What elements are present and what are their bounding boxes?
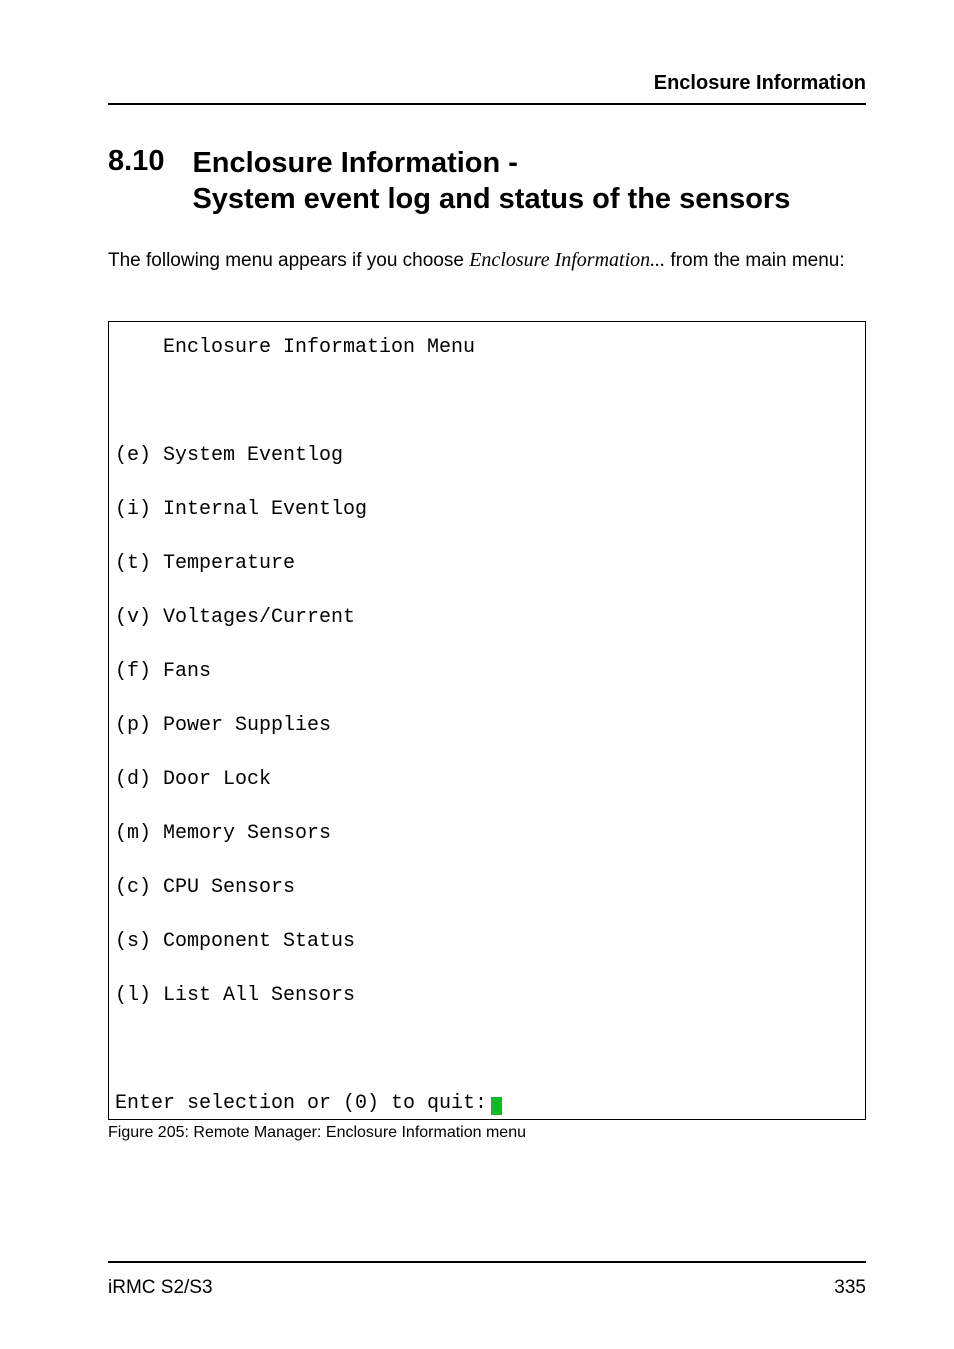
menu-item: (l) List All Sensors xyxy=(115,982,865,1009)
terminal-blank xyxy=(115,1036,865,1063)
intro-italic: Enclosure Information... xyxy=(469,249,665,271)
menu-item: (t) Temperature xyxy=(115,550,865,577)
footer-rule xyxy=(108,1261,866,1263)
menu-item: (s) Component Status xyxy=(115,928,865,955)
figure-caption: Figure 205: Remote Manager: Enclosure In… xyxy=(108,1124,866,1142)
running-head: Enclosure Information xyxy=(108,72,866,95)
cursor-icon xyxy=(491,1097,502,1115)
menu-item: (c) CPU Sensors xyxy=(115,874,865,901)
menu-item: (m) Memory Sensors xyxy=(115,820,865,847)
footer: iRMC S2/S3 335 xyxy=(108,1249,866,1299)
footer-row: iRMC S2/S3 335 xyxy=(108,1277,866,1299)
section-title-line2: System event log and status of the senso… xyxy=(192,183,790,215)
menu-item: (v) Voltages/Current xyxy=(115,604,865,631)
footer-left: iRMC S2/S3 xyxy=(108,1277,213,1299)
section-title: Enclosure Information - System event log… xyxy=(192,145,790,218)
section-number: 8.10 xyxy=(108,145,164,178)
section-heading: 8.10 Enclosure Information - System even… xyxy=(108,145,866,218)
menu-item: (f) Fans xyxy=(115,658,865,685)
intro-after: from the main menu: xyxy=(665,250,845,271)
terminal-title: Enclosure Information Menu xyxy=(115,334,865,361)
terminal-blank xyxy=(115,388,865,415)
intro-before: The following menu appears if you choose xyxy=(108,250,469,271)
menu-item: (d) Door Lock xyxy=(115,766,865,793)
menu-item: (i) Internal Eventlog xyxy=(115,496,865,523)
section-title-line1: Enclosure Information - xyxy=(192,147,517,179)
footer-page-number: 335 xyxy=(834,1277,866,1299)
intro-paragraph: The following menu appears if you choose… xyxy=(108,246,866,275)
terminal-box: Enclosure Information Menu (e) System Ev… xyxy=(108,321,866,1120)
terminal-prompt-line: Enter selection or (0) to quit: xyxy=(115,1090,865,1117)
page: Enclosure Information 8.10 Enclosure Inf… xyxy=(0,0,954,1349)
menu-item: (e) System Eventlog xyxy=(115,442,865,469)
menu-item: (p) Power Supplies xyxy=(115,712,865,739)
terminal-prompt: Enter selection or (0) to quit: xyxy=(115,1092,487,1115)
header-rule xyxy=(108,103,866,105)
